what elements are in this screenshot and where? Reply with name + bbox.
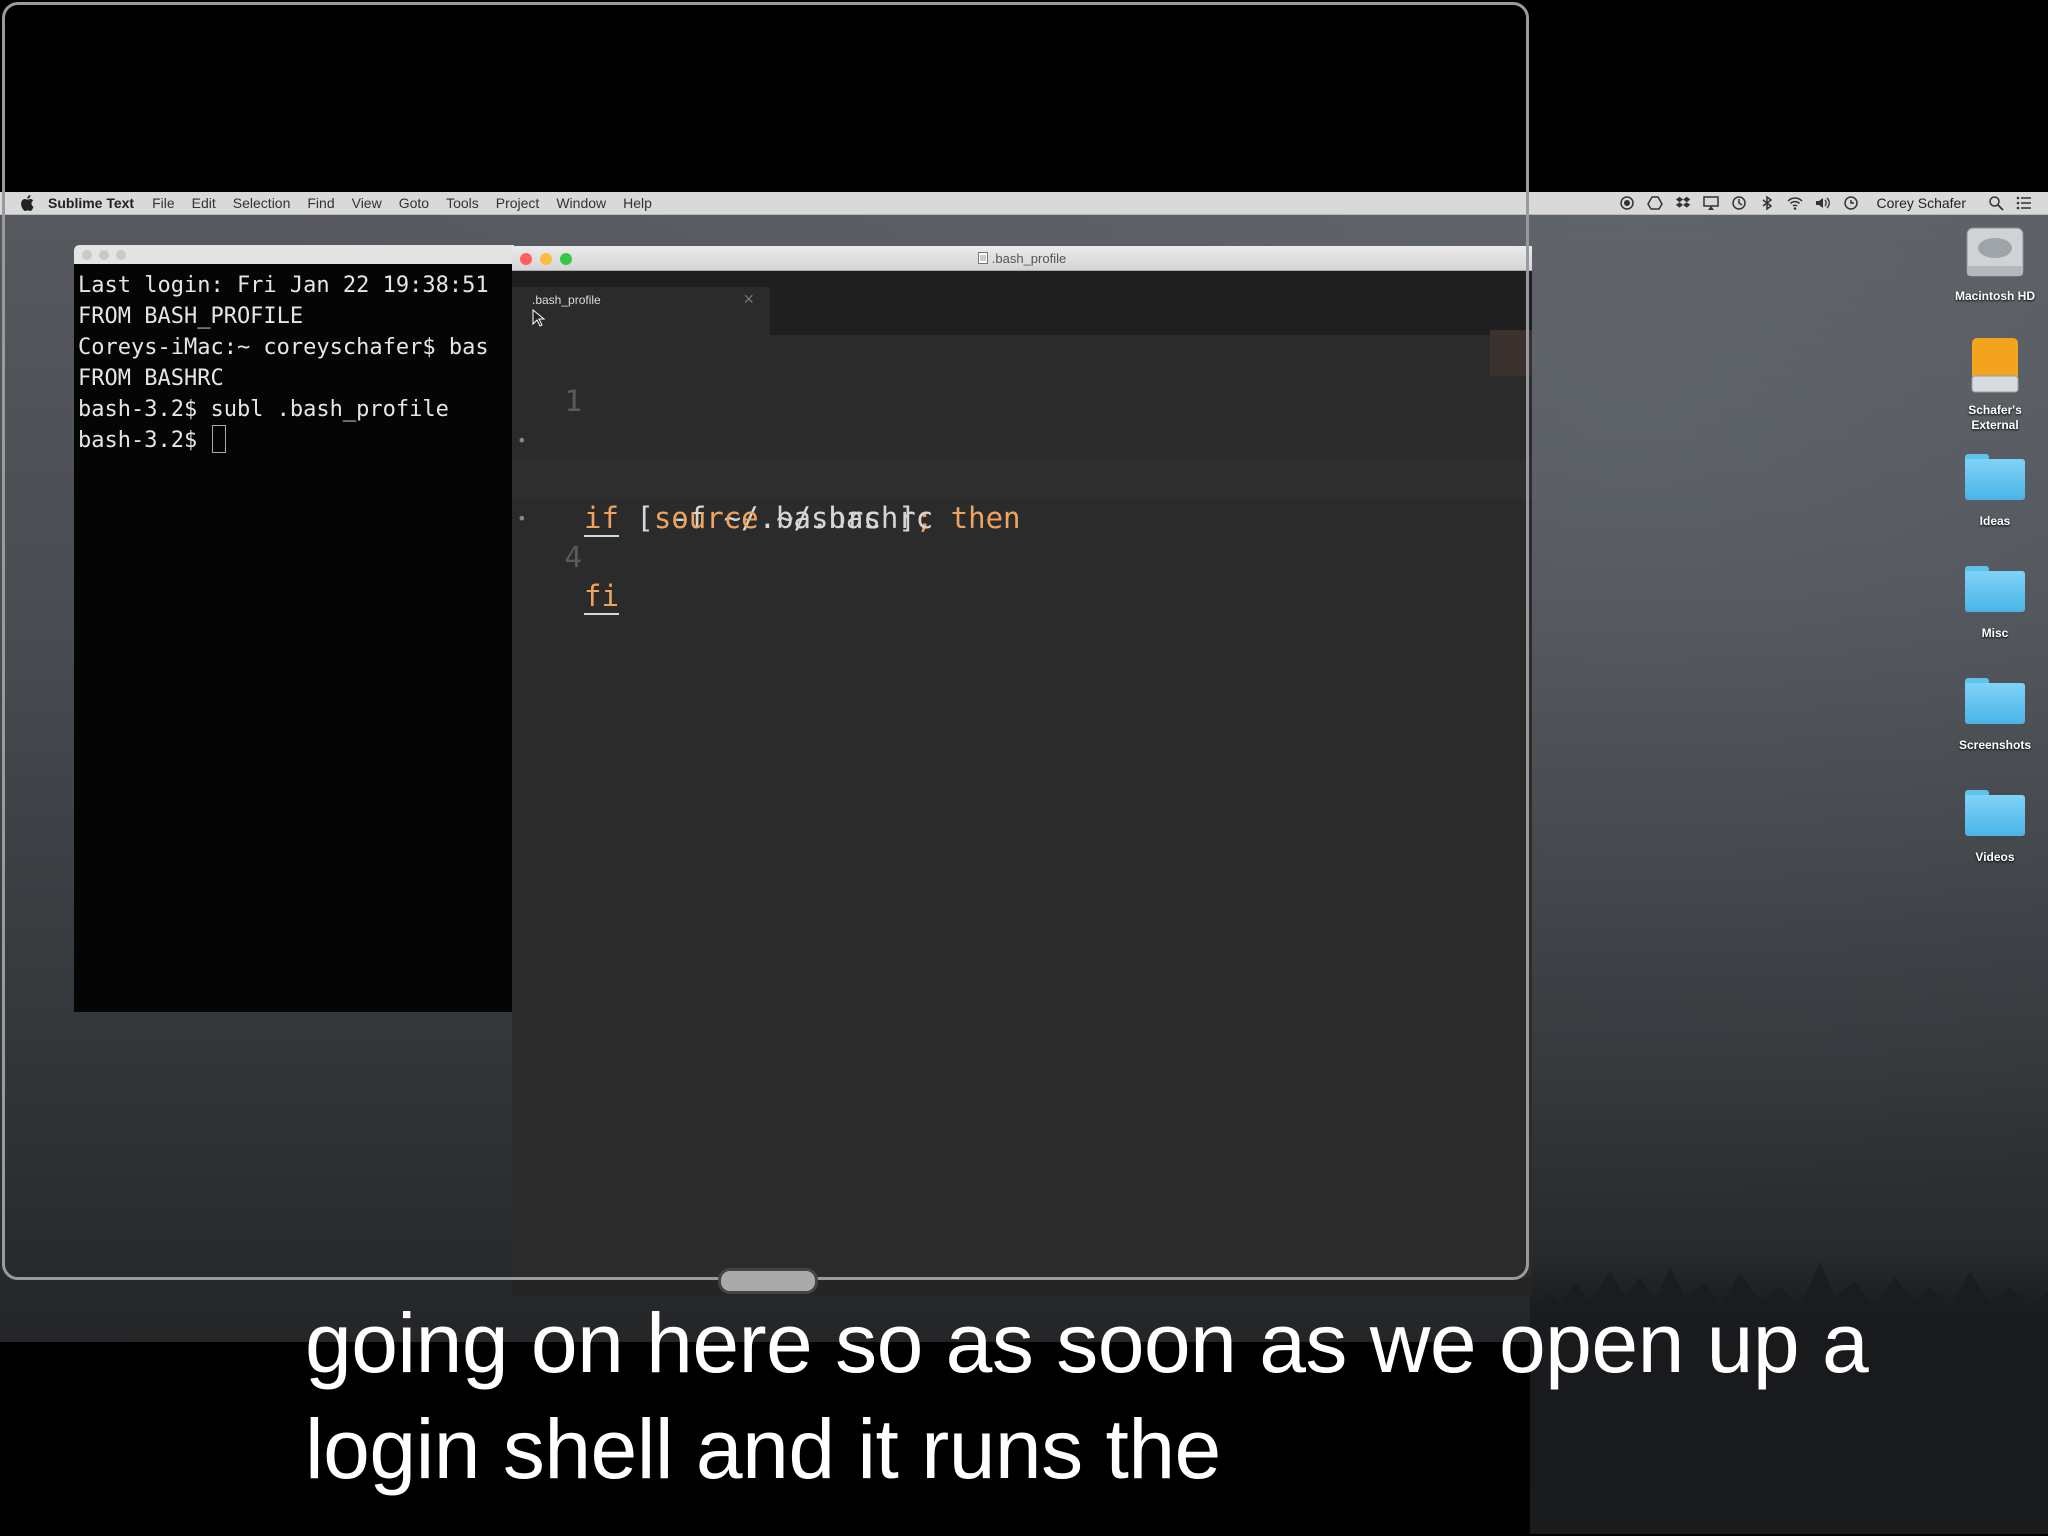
code-line: • 2 if [ -f ~/.bashrc ]; then (512, 382, 1532, 537)
record-icon[interactable] (1619, 195, 1635, 211)
status-menus: Corey Schafer (1619, 192, 2032, 214)
desktop-icon-label: Schafer's External (1968, 403, 2022, 432)
zoom-button[interactable] (116, 249, 126, 260)
code-line: 3 source ~/.bashrc (512, 421, 1532, 535)
menu-window[interactable]: Window (556, 195, 606, 211)
time-machine-icon[interactable] (1731, 195, 1747, 211)
notification-center-icon[interactable] (2016, 195, 2032, 211)
tab-bash-profile[interactable]: .bash_profile × (512, 287, 770, 335)
airplay-icon[interactable] (1702, 195, 1719, 211)
menu-view[interactable]: View (352, 195, 382, 211)
menu-bar: Sublime Text File Edit Selection Find Vi… (0, 192, 2048, 215)
user-name[interactable]: Corey Schafer (1877, 195, 1966, 211)
terminal-line: FROM BASH_PROFILE (78, 304, 304, 329)
terminal-titlebar[interactable] (74, 245, 514, 264)
tab-label: .bash_profile (532, 293, 601, 307)
keyword: fi (584, 579, 619, 615)
terminal-window[interactable]: Last login: Fri Jan 22 19:38:51 FROM BASH… (74, 245, 514, 1012)
code-text: ~/.bashrc (758, 501, 934, 535)
desktop-icon-label: Videos (1975, 850, 2015, 864)
desktop-icon-videos[interactable]: Videos (1945, 790, 2045, 865)
folder-icon (1965, 454, 2025, 500)
desktop-icon-label: Macintosh HD (1954, 289, 2035, 303)
menu-help[interactable]: Help (623, 195, 652, 211)
keyword: then (933, 501, 1021, 535)
menu-selection[interactable]: Selection (233, 195, 291, 211)
caption-line: login shell and it runs the (305, 1402, 1221, 1496)
folder-icon (1965, 790, 2025, 836)
terminal-prompt: bash-3.2$ (78, 428, 211, 453)
terminal-line: Last login: Fri Jan 22 19:38:51 (78, 273, 489, 298)
window-title: .bash_profile (512, 251, 1532, 266)
desktop-icon-label: Ideas (1979, 514, 2011, 528)
window-title-text: .bash_profile (991, 251, 1067, 266)
spotlight-search-icon[interactable] (1988, 195, 2004, 211)
hard-drive-icon (1966, 227, 2024, 277)
sublime-titlebar[interactable]: .bash_profile (512, 246, 1532, 271)
minimize-button[interactable] (99, 249, 109, 260)
tab-close-icon[interactable]: × (743, 289, 754, 310)
menu-project[interactable]: Project (496, 195, 540, 211)
wifi-icon[interactable] (1786, 195, 1803, 211)
fold-marker: • (517, 509, 527, 528)
code-line: 1 (512, 343, 1532, 418)
code-editor[interactable]: 1 • 2 if [ -f ~/.bashrc ]; then 3 source… (512, 335, 1532, 615)
code-line-current: • 4 fi (512, 460, 1532, 615)
desktop-icon-label: Screenshots (1958, 738, 2032, 752)
app-menu-sublime-text[interactable]: Sublime Text (48, 195, 134, 211)
tab-bar: .bash_profile × (512, 271, 1532, 335)
folder-icon (1965, 566, 2025, 612)
terminal-line: Coreys-iMac:~ coreyschafer$ bas (78, 335, 489, 360)
document-icon (977, 252, 988, 264)
terminal-output[interactable]: Last login: Fri Jan 22 19:38:51 FROM BASH… (74, 264, 514, 462)
desktop-icon-label: Misc (1981, 626, 2009, 640)
video-caption: going on here so as soon as we open up a… (305, 1290, 2025, 1502)
menu-find[interactable]: Find (307, 195, 334, 211)
menu-goto[interactable]: Goto (399, 195, 429, 211)
line-number: 4 (564, 540, 582, 574)
terminal-prompt-line: bash-3.2$ (78, 425, 510, 456)
dropbox-icon[interactable] (1675, 195, 1691, 211)
folder-icon (1965, 678, 2025, 724)
close-button[interactable] (82, 249, 92, 260)
menu-file[interactable]: File (152, 195, 175, 211)
caption-line: going on here so as soon as we open up a (305, 1296, 1869, 1390)
terminal-line: FROM BASHRC (78, 366, 224, 391)
desktop-icon-screenshots[interactable]: Screenshots (1945, 678, 2045, 753)
clock-icon[interactable] (1843, 195, 1859, 211)
bluetooth-icon[interactable] (1759, 195, 1775, 211)
sublime-text-window[interactable]: .bash_profile .bash_profile × 1 • 2 if [… (512, 246, 1532, 1296)
google-drive-icon[interactable] (1646, 195, 1663, 211)
volume-icon[interactable] (1815, 195, 1831, 211)
menu-tools[interactable]: Tools (446, 195, 479, 211)
terminal-line: bash-3.2$ subl .bash_profile (78, 397, 449, 422)
apple-menu-icon[interactable] (20, 195, 34, 211)
menu-edit[interactable]: Edit (192, 195, 216, 211)
minimap[interactable] (1490, 330, 1532, 376)
external-drive-icon (1971, 338, 2019, 393)
desktop-icon-macintosh-hd[interactable]: Macintosh HD (1945, 222, 2045, 304)
terminal-cursor (212, 425, 227, 453)
keyword: source (653, 501, 759, 535)
desktop-icon-misc[interactable]: Misc (1945, 566, 2045, 641)
desktop-icon-ideas[interactable]: Ideas (1945, 454, 2045, 529)
mouse-pointer-icon (532, 309, 546, 327)
desktop-icon-external-drive[interactable]: Schafer's External (1945, 336, 2045, 433)
